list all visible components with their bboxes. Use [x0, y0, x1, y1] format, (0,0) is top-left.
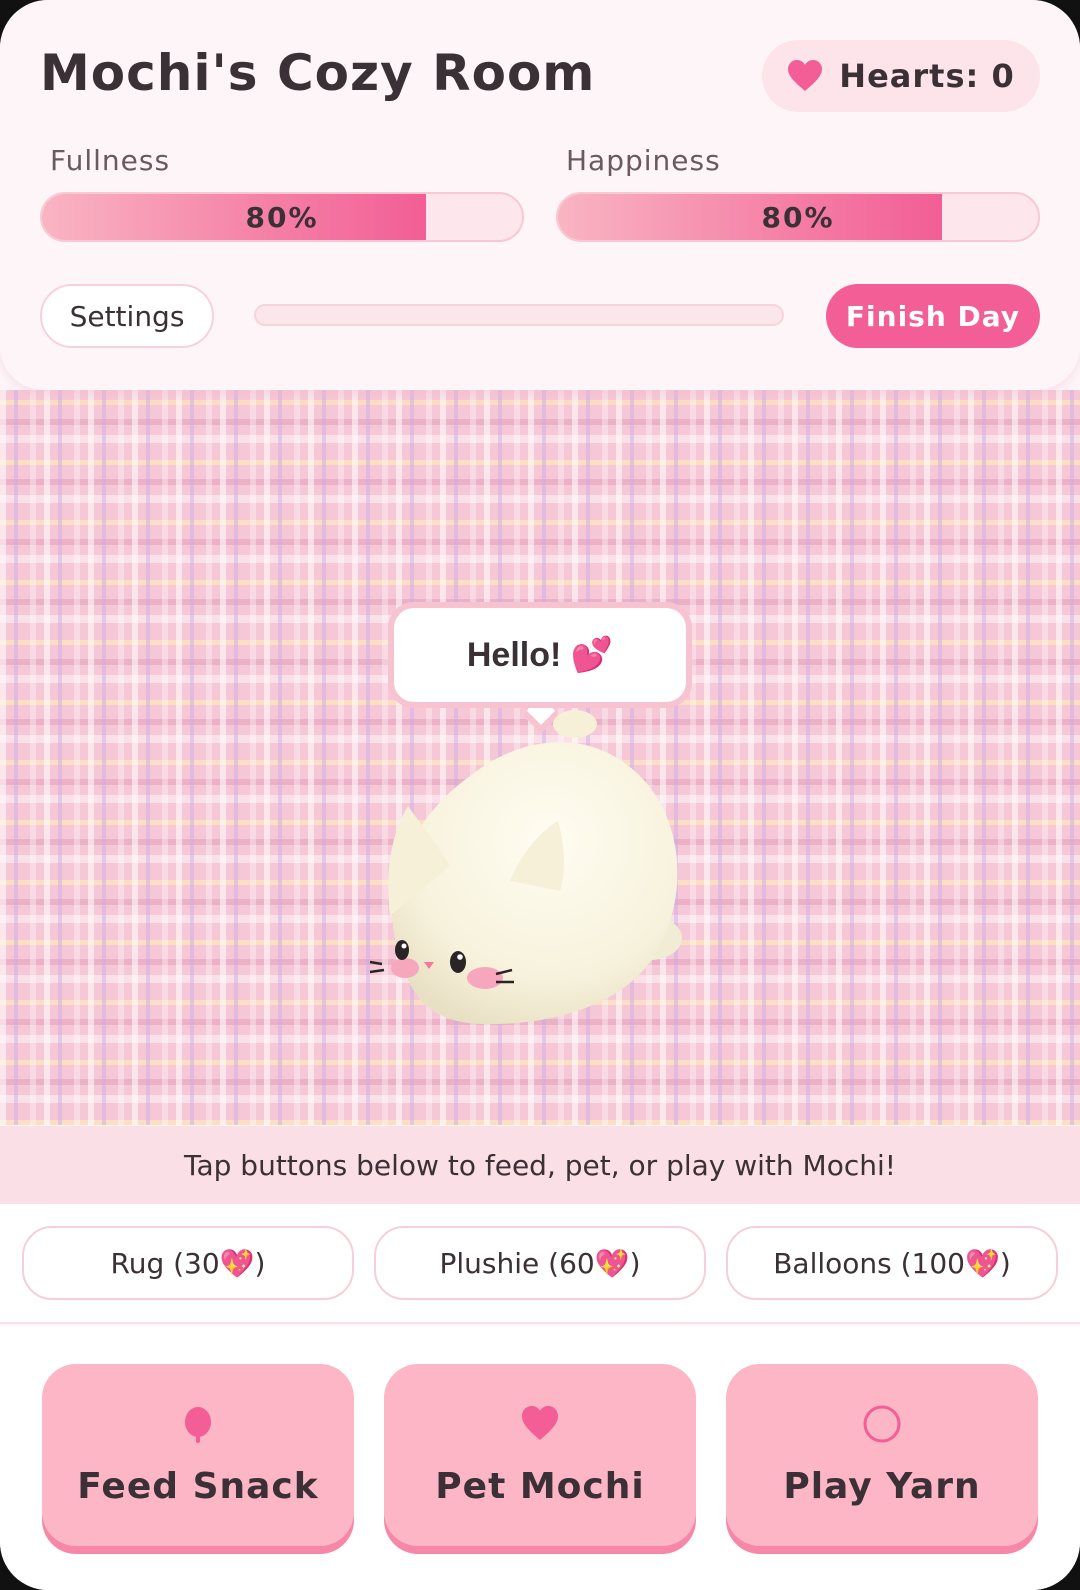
- shop-bar: Rug (30💖) Plushie (60💖) Balloons (100💖): [0, 1204, 1080, 1324]
- happiness-percent: 80%: [761, 200, 835, 234]
- buy-balloons-button[interactable]: Balloons (100💖): [726, 1226, 1058, 1300]
- snack-icon: [185, 1406, 211, 1443]
- page-title: Mochi's Cozy Room: [40, 44, 596, 102]
- play-yarn-button[interactable]: Play Yarn: [726, 1364, 1038, 1546]
- fullness-label: Fullness: [50, 144, 171, 177]
- pet-mochi-button[interactable]: Pet Mochi: [384, 1364, 696, 1546]
- buy-rug-button[interactable]: Rug (30💖): [22, 1226, 354, 1300]
- hearts-count: Hearts: 0: [839, 57, 1015, 95]
- mochi-cat[interactable]: [360, 706, 700, 1036]
- heart-icon: [522, 1405, 558, 1440]
- hearts-counter: Hearts: 0: [762, 40, 1040, 112]
- speech-bubble: Hello! 💕: [388, 602, 692, 708]
- finish-day-button[interactable]: Finish Day: [826, 284, 1040, 348]
- pet-mochi-label: Pet Mochi: [435, 1465, 645, 1507]
- happiness-bar: 80%: [556, 192, 1040, 242]
- fullness-bar: 80%: [40, 192, 524, 242]
- yarn-icon: [863, 1405, 901, 1442]
- day-progress-bar: [254, 304, 784, 326]
- status-header: Mochi's Cozy Room Hearts: 0 Fullness 80%…: [0, 0, 1080, 390]
- heart-icon: [788, 60, 823, 91]
- settings-button[interactable]: Settings: [40, 284, 214, 348]
- play-yarn-label: Play Yarn: [783, 1465, 981, 1507]
- instruction-banner: Tap buttons below to feed, pet, or play …: [0, 1126, 1080, 1204]
- game-screen: Mochi's Cozy Room Hearts: 0 Fullness 80%…: [0, 0, 1080, 1590]
- happiness-label: Happiness: [566, 144, 721, 177]
- feed-snack-button[interactable]: Feed Snack: [42, 1364, 354, 1546]
- action-bar: Feed Snack Pet Mochi Play Yarn: [0, 1326, 1080, 1590]
- buy-plushie-button[interactable]: Plushie (60💖): [374, 1226, 706, 1300]
- feed-snack-label: Feed Snack: [77, 1465, 319, 1507]
- fullness-percent: 80%: [245, 200, 319, 234]
